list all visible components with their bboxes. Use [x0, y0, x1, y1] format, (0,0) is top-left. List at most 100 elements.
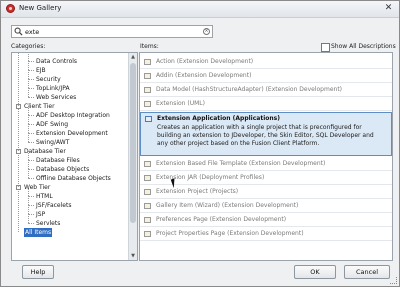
gallery-item[interactable]: Extension Project (Projects): [140, 186, 392, 199]
tree-item-label: Database Files: [36, 157, 80, 164]
item-icon: [144, 203, 151, 209]
tree-guide-line: [28, 223, 34, 224]
categories-tree: Data Controls EJB Security TopLink/JPA Web S…: [11, 52, 138, 261]
categories-scrollbar[interactable]: ▲ ▼: [128, 53, 137, 260]
search-input[interactable]: [25, 26, 195, 37]
tree-item[interactable]: Web Services: [12, 88, 129, 102]
tree-guide-line: [28, 53, 29, 61]
gallery-item-label: Preferences Page (Extension Development): [156, 216, 287, 223]
collapse-toggle-icon[interactable]: -: [16, 185, 21, 190]
gallery-item-label: Extension Based File Template (Extension…: [156, 160, 326, 167]
tree-item[interactable]: Security: [12, 70, 129, 84]
new-gallery-dialog: New Gallery ✕ × Categories: Items: Show …: [0, 0, 400, 287]
tree-guide-line: [28, 61, 29, 70]
gallery-item[interactable]: Gallery Item (Wizard) (Extension Develop…: [140, 200, 392, 213]
tree-item-all-items[interactable]: All Items: [12, 228, 129, 237]
tree-guide-line: [28, 187, 29, 196]
show-all-descriptions-label: Show All Descriptions: [331, 43, 396, 50]
item-icon: [144, 101, 151, 107]
cancel-button[interactable]: Cancel: [344, 265, 390, 279]
tree-guide-line: [28, 205, 29, 214]
tree-item-label: HTML: [36, 193, 53, 200]
tree-item-label: Data Controls: [36, 58, 78, 65]
tree-item[interactable]: Database Files: [12, 151, 129, 165]
tree-item[interactable]: - Web Tier: [12, 183, 129, 192]
tree-item[interactable]: HTML: [12, 187, 129, 201]
tree-guide-line: [28, 106, 29, 115]
tree-guide-line: [28, 124, 29, 133]
gallery-item[interactable]: Preferences Page (Extension Development): [140, 214, 392, 227]
tree-item[interactable]: EJB: [12, 61, 129, 75]
search-icon: [14, 27, 23, 36]
tree-item[interactable]: - Database Tier: [12, 147, 129, 156]
collapse-toggle-icon[interactable]: -: [16, 149, 21, 154]
gallery-item-label: Extension Project (Projects): [156, 188, 239, 195]
tree-item-label: Offline Database Objects: [36, 175, 111, 182]
clear-search-icon[interactable]: ×: [203, 28, 210, 35]
tree-item[interactable]: JSF/Facelets: [12, 196, 129, 210]
gallery-item[interactable]: Extension (UML): [140, 98, 392, 111]
tree-item[interactable]: Data Controls: [12, 53, 129, 66]
collapse-toggle-icon[interactable]: -: [16, 104, 21, 109]
ok-button[interactable]: OK: [294, 265, 336, 279]
gallery-item-label: Addin (Extension Development): [156, 72, 252, 79]
close-icon[interactable]: ✕: [383, 3, 394, 14]
tree-item[interactable]: Database Objects: [12, 160, 129, 174]
tree-guide-line: [28, 133, 29, 142]
tree-guide-line: [28, 142, 34, 143]
gallery-item[interactable]: Data Model (HashStructureAdapter) (Exten…: [140, 84, 392, 97]
tree-item-label: Servlets: [36, 220, 61, 227]
tree-item-label: JSP: [36, 211, 46, 218]
gallery-item[interactable]: Action (Extension Development): [140, 56, 392, 69]
items-list: Action (Extension Development) Addin (Ext…: [139, 52, 393, 261]
tree-guide-line: [28, 88, 29, 97]
tree-guide-line: [28, 115, 29, 124]
gallery-item[interactable]: Addin (Extension Development): [140, 70, 392, 83]
help-button[interactable]: Help: [22, 265, 54, 279]
tree-guide-line: [28, 151, 29, 160]
tree-item-label: Swing/AWT: [36, 139, 70, 146]
tree-guide-line: [28, 169, 29, 178]
application-icon: [145, 116, 152, 122]
tree-item[interactable]: Servlets: [12, 214, 129, 228]
tree-item[interactable]: TopLink/JPA: [12, 79, 129, 93]
tree-item-label: Web Services: [36, 94, 77, 101]
tree-guide-line: [28, 79, 29, 88]
tree-item[interactable]: Offline Database Objects: [12, 169, 129, 183]
scroll-up-icon[interactable]: ▲: [129, 53, 137, 61]
window-title: New Gallery: [19, 4, 62, 12]
tree-item[interactable]: Extension Development: [12, 124, 129, 138]
tree-item[interactable]: JSP: [12, 205, 129, 219]
scroll-thumb[interactable]: [130, 63, 136, 223]
gallery-item[interactable]: Project Properties Page (Extension Devel…: [140, 228, 392, 241]
gallery-item-label: Action (Extension Development): [156, 58, 254, 65]
tree-guide-line: [28, 214, 29, 223]
tree-item[interactable]: ADF Swing: [12, 115, 129, 129]
tree-item-label: Database Tier: [24, 148, 66, 155]
scroll-down-icon[interactable]: ▼: [129, 252, 137, 260]
tree-item-label: Database Objects: [36, 166, 90, 173]
gallery-item-label: Gallery Item (Wizard) (Extension Develop…: [156, 202, 299, 209]
tree-item[interactable]: - Client Tier: [12, 102, 129, 111]
search-box[interactable]: ×: [11, 25, 213, 38]
resize-grip-icon[interactable]: [390, 277, 397, 284]
tree-guide-line: [28, 196, 29, 205]
show-all-descriptions-checkbox[interactable]: [321, 43, 330, 52]
tree-item[interactable]: Swing/AWT: [12, 133, 129, 147]
gallery-item-selected[interactable]: Extension Application (Applications) Crea…: [140, 112, 392, 156]
tree-item-label: All Items: [24, 228, 53, 237]
items-label: Items:: [140, 43, 159, 50]
tree-item[interactable]: ADF Desktop Integration: [12, 106, 129, 120]
tree-item-label: ADF Desktop Integration: [36, 112, 110, 119]
item-icon: [144, 231, 151, 237]
tree-guide-line: [28, 70, 29, 79]
tree-item-label: TopLink/JPA: [36, 85, 70, 92]
categories-list: Data Controls EJB Security TopLink/JPA Web S…: [12, 53, 129, 260]
gallery-item-label: Project Properties Page (Extension Devel…: [156, 230, 304, 237]
item-icon: [144, 217, 151, 223]
item-icon: [144, 161, 151, 167]
jdeveloper-app-icon: [6, 4, 15, 13]
tree-item-label: Security: [36, 76, 61, 83]
item-icon: [144, 189, 151, 195]
gallery-item[interactable]: Extension Based File Template (Extension…: [140, 158, 392, 171]
